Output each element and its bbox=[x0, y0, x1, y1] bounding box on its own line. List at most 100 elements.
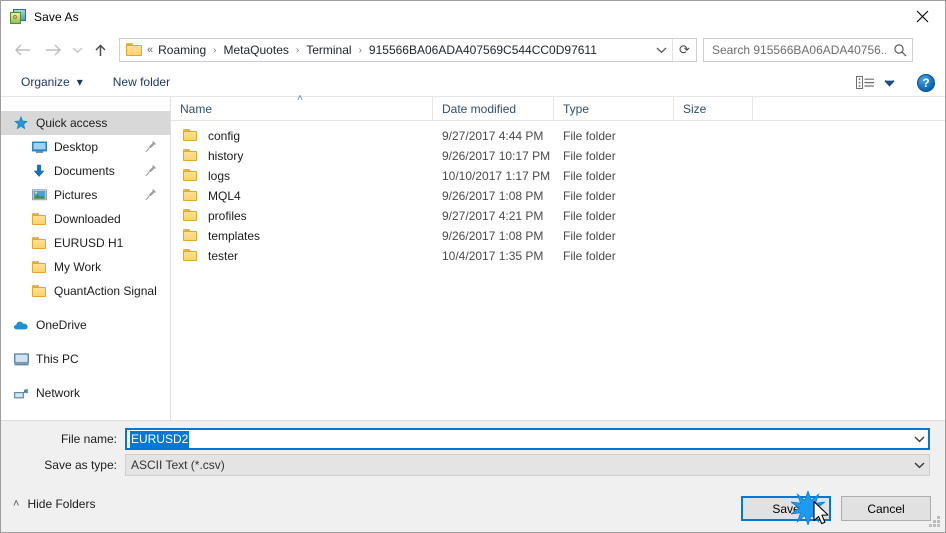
table-row[interactable]: templates 9/26/2017 1:08 PM File folder bbox=[171, 226, 945, 246]
sidebar-item-downloaded[interactable]: Downloaded bbox=[1, 207, 170, 231]
close-button[interactable] bbox=[899, 1, 945, 31]
save-as-type-value: ASCII Text (*.csv) bbox=[131, 458, 225, 472]
sidebar-item-label: Network bbox=[36, 386, 81, 400]
sidebar-item-label: QuantAction Signal bbox=[54, 284, 157, 298]
sidebar-item-my-work[interactable]: My Work bbox=[1, 255, 170, 279]
view-list-icon[interactable] bbox=[856, 75, 876, 91]
folder-icon bbox=[31, 259, 47, 275]
save-as-type-select[interactable]: ASCII Text (*.csv) bbox=[125, 454, 930, 476]
breadcrumb-separator[interactable]: › bbox=[207, 45, 222, 56]
save-as-type-dropdown-button[interactable] bbox=[910, 455, 929, 475]
view-mode-dropdown-button[interactable] bbox=[884, 74, 895, 92]
breadcrumb-separator[interactable]: › bbox=[353, 45, 368, 56]
organize-button[interactable]: Organize ▾ bbox=[15, 71, 89, 93]
save-button-label: Save bbox=[772, 501, 800, 516]
column-header-date-modified[interactable]: Date modified bbox=[433, 97, 554, 121]
page-title: Save As bbox=[34, 9, 79, 24]
file-date-cell: 9/27/2017 4:21 PM bbox=[442, 209, 544, 223]
hide-folders-button[interactable]: ˄ Hide Folders bbox=[13, 497, 95, 511]
breadcrumb-item-metaquotes[interactable]: MetaQuotes bbox=[223, 43, 290, 57]
recent-locations-button[interactable] bbox=[68, 37, 86, 63]
refresh-button[interactable]: ⟳ bbox=[672, 39, 696, 61]
search-box[interactable] bbox=[703, 38, 913, 62]
folder-icon bbox=[183, 249, 199, 263]
column-header-label: Size bbox=[683, 102, 707, 116]
file-list-pane: Name ˄ Date modified Type Size config 9/… bbox=[171, 93, 945, 420]
column-header-label: Type bbox=[563, 102, 590, 116]
sidebar-item-network[interactable]: Network bbox=[1, 381, 170, 405]
table-row[interactable]: tester 10/4/2017 1:35 PM File folder bbox=[171, 246, 945, 266]
address-dropdown-button[interactable] bbox=[650, 39, 672, 61]
breadcrumb-item-terminal[interactable]: Terminal bbox=[305, 43, 352, 57]
chevron-down-icon bbox=[914, 436, 925, 443]
help-button[interactable]: ? bbox=[917, 73, 935, 92]
table-row[interactable]: history 9/26/2017 10:17 PM File folder bbox=[171, 146, 945, 166]
sidebar-item-quick-access[interactable]: Quick access bbox=[1, 111, 170, 135]
file-date-cell: 9/26/2017 1:08 PM bbox=[442, 189, 544, 203]
chevron-down-icon: ▾ bbox=[76, 75, 83, 89]
sidebar-item-this-pc[interactable]: This PC bbox=[1, 347, 170, 371]
sidebar-item-documents[interactable]: Documents bbox=[1, 159, 170, 183]
file-name-input[interactable] bbox=[126, 430, 910, 448]
file-name-dropdown-button[interactable] bbox=[910, 429, 929, 449]
cancel-button[interactable]: Cancel bbox=[841, 496, 931, 521]
file-name-cell: profiles bbox=[171, 209, 433, 223]
sidebar-item-eurusd-h1[interactable]: EURUSD H1 bbox=[1, 231, 170, 255]
table-row[interactable]: profiles 9/27/2017 4:21 PM File folder bbox=[171, 206, 945, 226]
sidebar-item-label: My Work bbox=[54, 260, 102, 274]
sidebar-item-quantaction-signal[interactable]: QuantAction Signal bbox=[1, 279, 170, 303]
cancel-button-label: Cancel bbox=[867, 501, 905, 516]
file-name-field[interactable]: EURUSD2 bbox=[125, 428, 930, 450]
file-name-label: logs bbox=[208, 169, 231, 183]
save-button[interactable]: Save bbox=[741, 496, 831, 521]
documents-download-icon bbox=[31, 163, 47, 179]
sort-ascending-icon: ˄ bbox=[297, 93, 303, 104]
breadcrumb-item-guid[interactable]: 915566BA06ADA407569C544CC0D97611 bbox=[368, 43, 598, 57]
breadcrumb-overflow[interactable]: « bbox=[147, 44, 157, 56]
sidebar-item-desktop[interactable]: Desktop bbox=[1, 135, 170, 159]
chevron-down-icon bbox=[884, 79, 895, 87]
column-header-name[interactable]: Name ˄ bbox=[171, 93, 433, 121]
table-row[interactable]: logs 10/10/2017 1:17 PM File folder bbox=[171, 166, 945, 186]
save-form: File name: EURUSD2 Save as type: ASCII T… bbox=[1, 420, 945, 488]
sidebar-item-onedrive[interactable]: OneDrive bbox=[1, 313, 170, 337]
new-folder-button[interactable]: New folder bbox=[107, 71, 176, 93]
up-button[interactable] bbox=[86, 37, 114, 63]
desktop-icon bbox=[31, 139, 47, 155]
forward-button[interactable] bbox=[38, 37, 68, 63]
search-input[interactable] bbox=[704, 43, 888, 57]
sidebar-item-pictures[interactable]: Pictures bbox=[1, 183, 170, 207]
network-icon bbox=[13, 385, 29, 401]
chevron-down-icon bbox=[72, 47, 82, 54]
search-icon bbox=[888, 43, 912, 57]
column-header-row: Name ˄ Date modified Type Size bbox=[171, 93, 945, 121]
table-row[interactable]: MQL4 9/26/2017 1:08 PM File folder bbox=[171, 186, 945, 206]
column-header-size[interactable]: Size bbox=[674, 97, 753, 121]
sidebar-item-label: Downloaded bbox=[54, 212, 121, 226]
column-header-type[interactable]: Type bbox=[554, 97, 674, 121]
file-name-label: templates bbox=[208, 229, 261, 243]
breadcrumb-separator[interactable]: › bbox=[290, 45, 305, 56]
save-as-app-icon bbox=[10, 8, 26, 25]
dialog-body: Quick access Desktop Documents Pictures … bbox=[1, 93, 945, 420]
pin-icon bbox=[145, 188, 157, 201]
file-type-cell: File folder bbox=[563, 149, 616, 163]
command-bar: Organize ▾ New folder ? bbox=[1, 68, 945, 97]
navigation-bar: « Roaming › MetaQuotes › Terminal › 9155… bbox=[1, 32, 945, 68]
sidebar-item-label: Desktop bbox=[54, 140, 99, 154]
title-bar: Save As bbox=[1, 1, 945, 32]
table-row[interactable]: config 9/27/2017 4:44 PM File folder bbox=[171, 126, 945, 146]
folder-icon bbox=[31, 235, 47, 251]
file-date-cell: 10/10/2017 1:17 PM bbox=[442, 169, 551, 183]
folder-icon bbox=[183, 229, 199, 243]
resize-grip-icon[interactable] bbox=[928, 516, 941, 529]
save-as-type-row: Save as type: ASCII Text (*.csv) bbox=[1, 454, 930, 476]
breadcrumb-item-roaming[interactable]: Roaming bbox=[157, 43, 207, 57]
address-bar[interactable]: « Roaming › MetaQuotes › Terminal › 9155… bbox=[119, 38, 697, 62]
dialog-footer: ˄ Hide Folders Save Cancel bbox=[1, 488, 945, 532]
view-controls: ? bbox=[856, 68, 935, 97]
column-header-label: Date modified bbox=[442, 102, 517, 116]
back-button[interactable] bbox=[8, 37, 38, 63]
